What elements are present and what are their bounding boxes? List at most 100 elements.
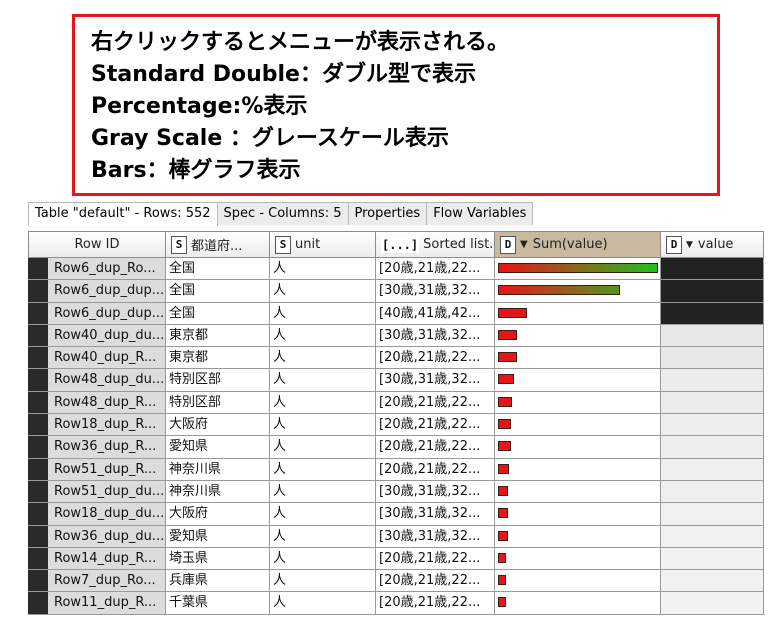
- row-id-cell[interactable]: Row48_dup_du...: [48, 369, 166, 392]
- unit-cell[interactable]: 人: [270, 525, 376, 548]
- unit-cell[interactable]: 人: [270, 436, 376, 459]
- chevron-down-icon[interactable]: ▼: [686, 240, 693, 250]
- table-row[interactable]: Row11_dup_R... 千葉県人 [20歳,21歳,22...: [28, 592, 764, 615]
- column-header-prefecture[interactable]: S 都道府...: [166, 231, 270, 258]
- prefecture-cell[interactable]: 愛知県: [166, 436, 270, 459]
- row-id-cell[interactable]: Row18_dup_du...: [48, 503, 166, 526]
- unit-cell[interactable]: 人: [270, 369, 376, 392]
- column-header-row-id[interactable]: Row ID: [28, 231, 166, 258]
- unit-cell[interactable]: 人: [270, 480, 376, 504]
- unit-cell[interactable]: 人: [270, 324, 376, 348]
- row-id-cell[interactable]: Row6_dup_Ro...: [48, 258, 166, 281]
- value-cell[interactable]: [661, 391, 764, 415]
- sorted-list-cell[interactable]: [20歳,21歳,22...: [376, 592, 495, 615]
- unit-cell[interactable]: 人: [270, 547, 376, 571]
- value-cell[interactable]: [661, 592, 764, 615]
- prefecture-cell[interactable]: 東京都: [166, 347, 270, 370]
- table-row[interactable]: Row14_dup_R... 埼玉県人 [20歳,21歳,22...: [28, 547, 764, 571]
- row-id-cell[interactable]: Row18_dup_R...: [48, 414, 166, 437]
- value-cell[interactable]: [661, 258, 764, 281]
- column-header-sum-value[interactable]: D ▼ Sum(value): [495, 231, 661, 258]
- sorted-list-cell[interactable]: [30歳,31歳,32...: [376, 369, 495, 392]
- table-row[interactable]: Row18_dup_du... 大阪府人 [30歳,31歳,32...: [28, 503, 764, 526]
- row-id-cell[interactable]: Row40_dup_du...: [48, 324, 166, 348]
- value-cell[interactable]: [661, 347, 764, 370]
- unit-cell[interactable]: 人: [270, 458, 376, 481]
- row-id-cell[interactable]: Row51_dup_R...: [48, 458, 166, 481]
- table-row[interactable]: Row40_dup_du... 東京都人 [30歳,31歳,32...: [28, 324, 764, 348]
- unit-cell[interactable]: 人: [270, 258, 376, 281]
- sum-value-cell[interactable]: [495, 347, 661, 370]
- sum-value-cell[interactable]: [495, 280, 661, 303]
- value-cell[interactable]: [661, 458, 764, 481]
- sorted-list-cell[interactable]: [40歳,41歳,42...: [376, 302, 495, 325]
- row-id-cell[interactable]: Row48_dup_R...: [48, 391, 166, 415]
- table-row[interactable]: Row6_dup_dup... 全国人 [30歳,31歳,32...: [28, 280, 764, 303]
- sum-value-cell[interactable]: [495, 570, 661, 593]
- column-header-unit[interactable]: S unit: [270, 231, 376, 258]
- table-row[interactable]: Row48_dup_du... 特別区部人 [30歳,31歳,32...: [28, 369, 764, 392]
- row-id-cell[interactable]: Row6_dup_dup...: [48, 280, 166, 303]
- value-cell[interactable]: [661, 547, 764, 571]
- value-cell[interactable]: [661, 324, 764, 348]
- row-id-cell[interactable]: Row14_dup_R...: [48, 547, 166, 571]
- prefecture-cell[interactable]: 大阪府: [166, 503, 270, 526]
- unit-cell[interactable]: 人: [270, 302, 376, 325]
- unit-cell[interactable]: 人: [270, 391, 376, 415]
- value-cell[interactable]: [661, 302, 764, 325]
- table-row[interactable]: Row48_dup_R... 特別区部人 [20歳,21歳,22...: [28, 391, 764, 415]
- row-id-cell[interactable]: Row11_dup_R...: [48, 592, 166, 615]
- sorted-list-cell[interactable]: [30歳,31歳,32...: [376, 280, 495, 303]
- sorted-list-cell[interactable]: [20歳,21歳,22...: [376, 458, 495, 481]
- value-cell[interactable]: [661, 414, 764, 437]
- sum-value-cell[interactable]: [495, 458, 661, 481]
- sum-value-cell[interactable]: [495, 480, 661, 504]
- sum-value-cell[interactable]: [495, 503, 661, 526]
- prefecture-cell[interactable]: 東京都: [166, 324, 270, 348]
- sorted-list-cell[interactable]: [30歳,31歳,32...: [376, 525, 495, 548]
- tab-properties[interactable]: Properties: [347, 202, 428, 225]
- prefecture-cell[interactable]: 神奈川県: [166, 480, 270, 504]
- table-row[interactable]: Row51_dup_du... 神奈川県人 [30歳,31歳,32...: [28, 480, 764, 504]
- unit-cell[interactable]: 人: [270, 347, 376, 370]
- table-row[interactable]: Row6_dup_Ro... 全国人 [20歳,21歳,22...: [28, 258, 764, 281]
- value-cell[interactable]: [661, 436, 764, 459]
- sum-value-cell[interactable]: [495, 369, 661, 392]
- row-id-cell[interactable]: Row7_dup_Ro...: [48, 570, 166, 593]
- tab-table[interactable]: Table "default" - Rows: 552: [28, 202, 218, 226]
- sum-value-cell[interactable]: [495, 391, 661, 415]
- unit-cell[interactable]: 人: [270, 592, 376, 615]
- table-row[interactable]: Row7_dup_Ro... 兵庫県人 [20歳,21歳,22...: [28, 570, 764, 593]
- sorted-list-cell[interactable]: [20歳,21歳,22...: [376, 347, 495, 370]
- sorted-list-cell[interactable]: [20歳,21歳,22...: [376, 570, 495, 593]
- unit-cell[interactable]: 人: [270, 414, 376, 437]
- table-row[interactable]: Row40_dup_R... 東京都人 [20歳,21歳,22...: [28, 347, 764, 370]
- sum-value-cell[interactable]: [495, 436, 661, 459]
- value-cell[interactable]: [661, 280, 764, 303]
- value-cell[interactable]: [661, 525, 764, 548]
- prefecture-cell[interactable]: 兵庫県: [166, 570, 270, 593]
- tab-flow-variables[interactable]: Flow Variables: [426, 202, 534, 225]
- prefecture-cell[interactable]: 埼玉県: [166, 547, 270, 571]
- sorted-list-cell[interactable]: [20歳,21歳,22...: [376, 258, 495, 281]
- prefecture-cell[interactable]: 千葉県: [166, 592, 270, 615]
- unit-cell[interactable]: 人: [270, 570, 376, 593]
- table-row[interactable]: Row51_dup_R... 神奈川県人 [20歳,21歳,22...: [28, 458, 764, 481]
- row-id-cell[interactable]: Row51_dup_du...: [48, 480, 166, 504]
- sorted-list-cell[interactable]: [20歳,21歳,22...: [376, 414, 495, 437]
- value-cell[interactable]: [661, 570, 764, 593]
- sum-value-cell[interactable]: [495, 258, 661, 281]
- sorted-list-cell[interactable]: [30歳,31歳,32...: [376, 480, 495, 504]
- sum-value-cell[interactable]: [495, 302, 661, 325]
- row-id-cell[interactable]: Row6_dup_dup...: [48, 302, 166, 325]
- sorted-list-cell[interactable]: [20歳,21歳,22...: [376, 547, 495, 571]
- prefecture-cell[interactable]: 特別区部: [166, 369, 270, 392]
- row-id-cell[interactable]: Row36_dup_R...: [48, 436, 166, 459]
- prefecture-cell[interactable]: 全国: [166, 302, 270, 325]
- value-cell[interactable]: [661, 503, 764, 526]
- sorted-list-cell[interactable]: [20歳,21歳,22...: [376, 436, 495, 459]
- sorted-list-cell[interactable]: [30歳,31歳,32...: [376, 324, 495, 348]
- sum-value-cell[interactable]: [495, 592, 661, 615]
- prefecture-cell[interactable]: 神奈川県: [166, 458, 270, 481]
- row-id-cell[interactable]: Row36_dup_du...: [48, 525, 166, 548]
